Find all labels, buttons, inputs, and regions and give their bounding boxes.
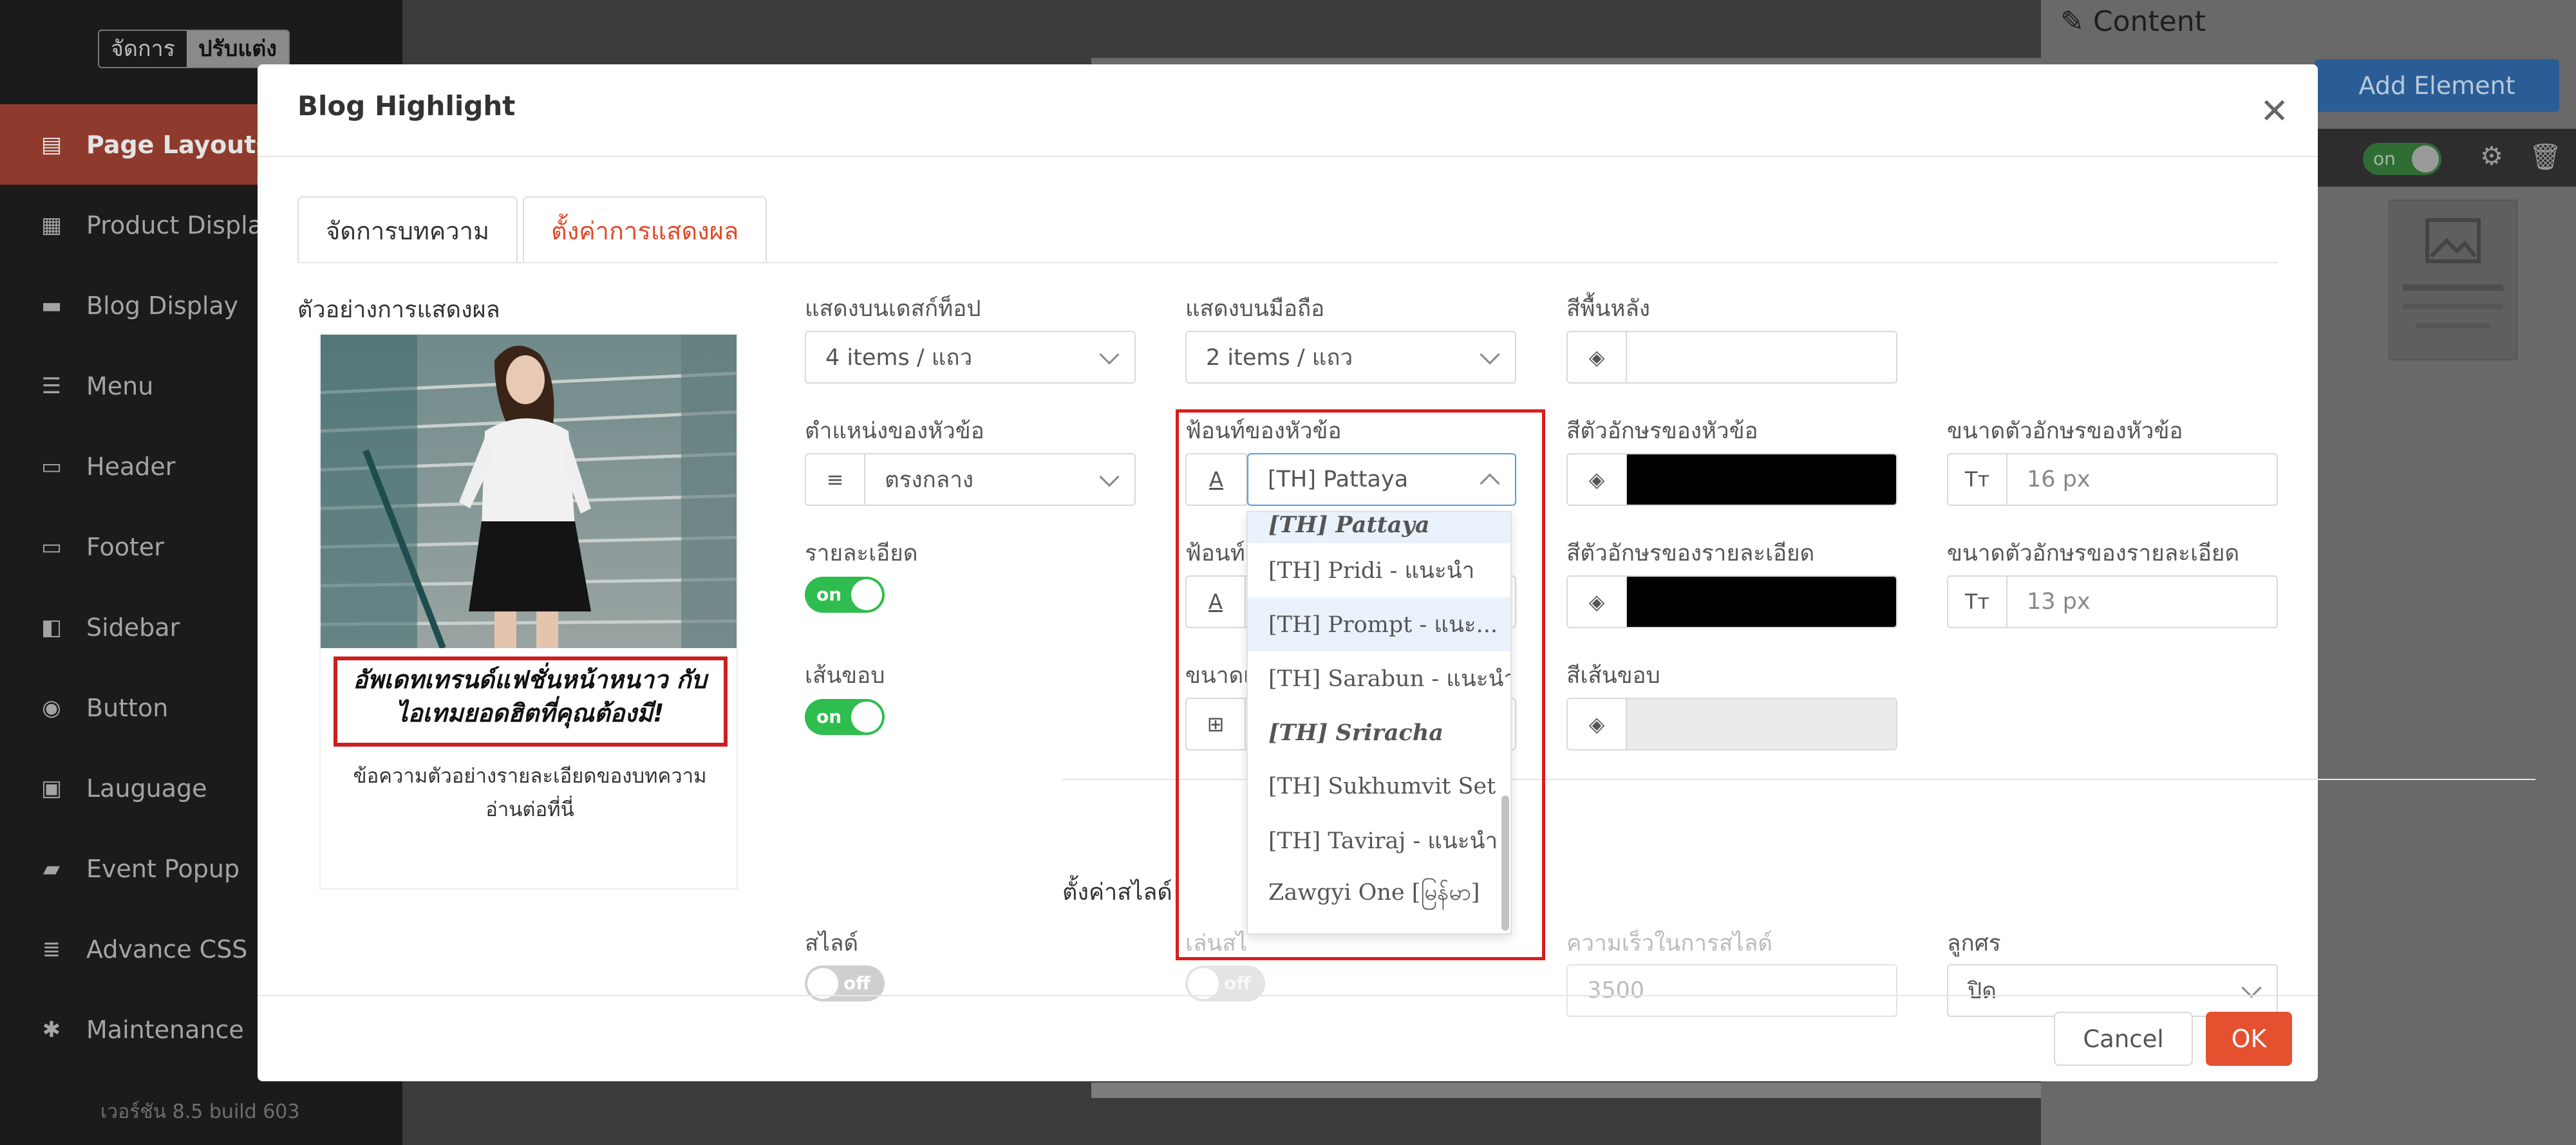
paint-bucket-icon: ◈	[1568, 577, 1627, 627]
sidebar-item-label: Product Display	[86, 210, 277, 239]
detail-color-swatch[interactable]	[1627, 577, 1896, 627]
close-icon[interactable]: ✕	[2260, 94, 2289, 129]
border-toggle[interactable]: on	[805, 699, 885, 735]
mode-customize[interactable]: ปรับแต่ง	[186, 31, 288, 67]
border-label: เส้นขอบ	[805, 663, 885, 689]
mobile-label: แสดงบนมือถือ	[1185, 296, 1325, 322]
arrow-label: ลูกศร	[1947, 931, 2001, 956]
desktop-label: แสดงบนเดสก์ท็อป	[805, 296, 981, 322]
bg-color-picker[interactable]: ◈	[1566, 331, 1897, 384]
detail-size-label: ขนาดตัวอักษรของรายละเอียด	[1947, 541, 2240, 566]
text-size-icon: Tт	[1948, 454, 2007, 505]
sidebar-item-label: Footer	[86, 532, 164, 561]
trash-icon[interactable]: 🗑	[2529, 142, 2562, 172]
header-icon: ▭	[41, 453, 62, 479]
page-layout-icon: ▤	[41, 131, 62, 158]
font-highlight-frame	[1176, 409, 1545, 960]
slide-label: สไลด์	[805, 931, 859, 956]
desktop-items-value: 4 items / แถว	[825, 344, 973, 371]
mode-switch[interactable]: จัดการ ปรับแต่ง	[98, 30, 290, 68]
mode-manage[interactable]: จัดการ	[99, 31, 187, 67]
grid-icon: ▦	[41, 212, 62, 238]
content-title-text: Content	[2092, 5, 2206, 38]
desktop-items-select[interactable]: 4 items / แถว	[805, 331, 1136, 384]
blog-icon: ▬	[41, 292, 62, 319]
heading-color-picker[interactable]: ◈	[1566, 453, 1897, 506]
detail-size-input[interactable]: Tт 13 px	[1947, 575, 2278, 628]
modal-tabs: จัดการบทความ ตั้งค่าการแสดงผล	[297, 196, 772, 263]
chevron-down-icon	[1480, 344, 1500, 365]
content-panel-title: ✎ Content	[2060, 5, 2206, 38]
cancel-button[interactable]: Cancel	[2054, 1012, 2193, 1066]
fashion-photo	[321, 335, 737, 648]
heading-size-value[interactable]: 16 px	[2007, 454, 2277, 505]
element-card[interactable]	[2389, 200, 2517, 360]
ticket-icon: ▰	[42, 855, 61, 882]
gear-icon[interactable]: ⚙	[2480, 142, 2503, 171]
heading-position-value: ตรงกลาง	[885, 467, 974, 493]
border-color-label: สีเส้นขอบ	[1566, 663, 1660, 689]
sidebar-icon: ◧	[41, 614, 62, 640]
detail-label: รายละเอียด	[805, 541, 918, 566]
paint-bucket-icon: ◈	[1568, 454, 1627, 505]
sidebar-item-label: Advance CSS	[86, 935, 248, 963]
element-toggle[interactable]: on	[2363, 143, 2441, 175]
mobile-items-value: 2 items / แถว	[1206, 344, 1353, 371]
tab-manage-articles[interactable]: จัดการบทความ	[297, 196, 518, 263]
heading-color-label: สีตัวอักษรของหัวข้อ	[1566, 418, 1758, 444]
canvas-scrollbar-bottom[interactable]	[1091, 1083, 2076, 1098]
heading-size-label: ขนาดตัวอักษรของหัวข้อ	[1947, 418, 2183, 444]
language-icon: ▣	[41, 775, 62, 801]
paint-bucket-icon: ◈	[1568, 332, 1627, 382]
ok-button[interactable]: OK	[2206, 1012, 2292, 1066]
preview-headline: อัพเดทเทรนด์แฟชั่นหน้าหนาว กับไอเทมยอดฮิ…	[353, 666, 707, 727]
sidebar-item-label: Event Popup	[86, 854, 240, 883]
modal-title: Blog Highlight	[297, 90, 516, 122]
modal-header: Blog Highlight ✕	[258, 64, 2318, 157]
modal-footer	[258, 995, 2318, 1081]
sidebar-item-label: Blog Display	[86, 291, 239, 320]
mobile-items-select[interactable]: 2 items / แถว	[1185, 331, 1516, 384]
bug-icon: ✱	[42, 1016, 61, 1043]
border-color-picker[interactable]: ◈	[1566, 698, 1897, 750]
align-left-icon: ≡	[806, 454, 865, 505]
sidebar-item-label: Header	[86, 452, 176, 481]
version-text: เวอร์ชัน 8.5 build 603	[100, 1101, 300, 1123]
heading-position-select[interactable]: ≡ ตรงกลาง	[805, 453, 1136, 506]
preview-description: ข้อความตัวอย่างรายละเอียดของบทความอ่านต่…	[353, 765, 707, 821]
preview-title: ตัวอย่างการแสดงผล	[297, 297, 500, 323]
sidebar-item-label: Button	[86, 693, 169, 722]
sidebar-item-label: Maintenance	[86, 1015, 244, 1044]
bg-color-value[interactable]	[1627, 332, 1896, 382]
text-size-icon: Tт	[1948, 577, 2007, 627]
detail-color-label: สีตัวอักษรของรายละเอียด	[1566, 541, 1815, 566]
slide-speed-label: ความเร็วในการสไลด์	[1566, 931, 1773, 956]
tab-display-settings[interactable]: ตั้งค่าการแสดงผล	[523, 196, 767, 263]
toggle-icon: ◉	[42, 694, 61, 721]
detail-size-value[interactable]: 13 px	[2007, 577, 2277, 627]
bg-color-label: สีพื้นหลัง	[1566, 296, 1650, 322]
sidebar-item-label: Page Layouts	[86, 130, 271, 159]
heading-color-swatch[interactable]	[1627, 454, 1896, 505]
sidebar-item-label: Menu	[86, 371, 154, 400]
preview-card: อัพเดทเทรนด์แฟชั่นหน้าหนาว กับไอเทมยอดฮิ…	[319, 333, 738, 889]
preview-image	[321, 335, 737, 648]
add-element-button[interactable]: Add Element	[2315, 59, 2559, 112]
footer-icon: ▭	[41, 534, 62, 560]
detail-color-picker[interactable]: ◈	[1566, 575, 1897, 628]
heading-size-input[interactable]: Tт 16 px	[1947, 453, 2278, 506]
sidebar-item-label: Lauguage	[86, 774, 207, 803]
chevron-down-icon	[1099, 344, 1120, 365]
border-color-swatch[interactable]	[1627, 699, 1896, 749]
edit-icon: ✎	[2060, 5, 2084, 38]
paint-bucket-icon: ◈	[1568, 699, 1627, 749]
menu-icon: ☰	[41, 373, 62, 399]
image-placeholder-icon	[2403, 218, 2503, 328]
tabs-divider	[297, 262, 2278, 263]
heading-position-label: ตำแหน่งของหัวข้อ	[805, 418, 984, 444]
css-icon: ≣	[42, 936, 61, 962]
detail-toggle[interactable]: on	[805, 577, 885, 613]
slide-settings-title: ตั้งค่าสไลด์	[1062, 879, 1172, 906]
sidebar-item-label: Sidebar	[86, 613, 180, 642]
